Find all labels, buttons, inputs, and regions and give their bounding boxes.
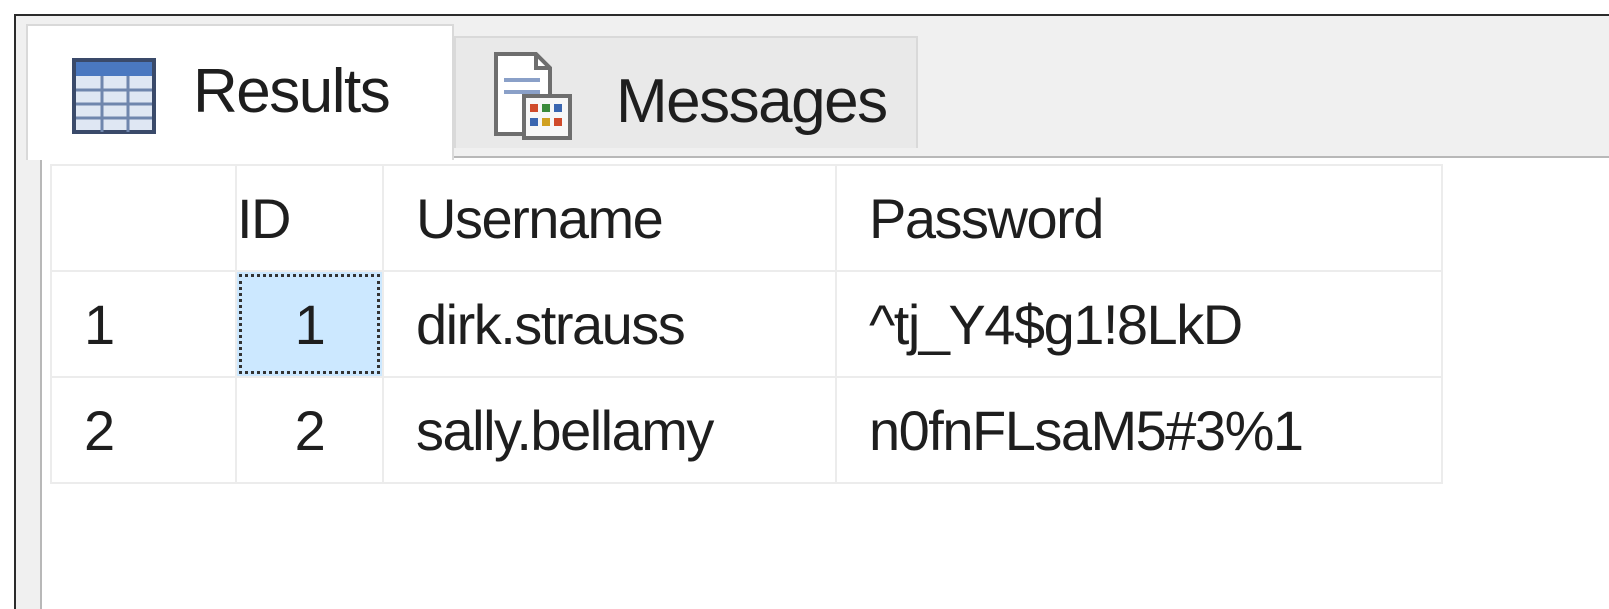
username-cell[interactable]: dirk.strauss [382, 270, 837, 378]
tab-messages[interactable]: Messages [454, 36, 918, 148]
column-header-username[interactable]: Username [382, 164, 837, 272]
tab-strip: Results Messages [16, 16, 1609, 160]
id-cell[interactable]: 2 [235, 376, 384, 484]
messages-icon [488, 50, 578, 147]
tab-results-label: Results [193, 57, 391, 126]
username-cell[interactable]: sally.bellamy [382, 376, 837, 484]
tab-messages-label: Messages [616, 67, 888, 136]
table-row[interactable]: 2 2 sally.bellamy n0fnFLsaM5#3%1 [50, 376, 1443, 484]
row-number-cell[interactable]: 1 [50, 270, 237, 378]
row-number-header[interactable] [50, 164, 237, 272]
password-cell[interactable]: n0fnFLsaM5#3%1 [835, 376, 1443, 484]
id-cell[interactable]: 1 [235, 270, 384, 378]
password-cell[interactable]: ^tj_Y4$g1!8LkD [835, 270, 1443, 378]
column-header-password[interactable]: Password [835, 164, 1443, 272]
column-header-id[interactable]: ID [235, 164, 384, 272]
row-number-cell[interactable]: 2 [50, 376, 237, 484]
tab-results[interactable]: Results [26, 24, 454, 160]
grid-icon [72, 58, 156, 139]
table-row[interactable]: 1 1 dirk.strauss ^tj_Y4$g1!8LkD [50, 270, 1443, 378]
results-table: ID Username Password 1 1 dirk.strauss ^t… [50, 164, 1443, 484]
results-pane: Results Messages ID Username Password 1 … [14, 14, 1609, 609]
results-grid[interactable]: ID Username Password 1 1 dirk.strauss ^t… [40, 156, 1609, 609]
header-row: ID Username Password [50, 164, 1443, 272]
